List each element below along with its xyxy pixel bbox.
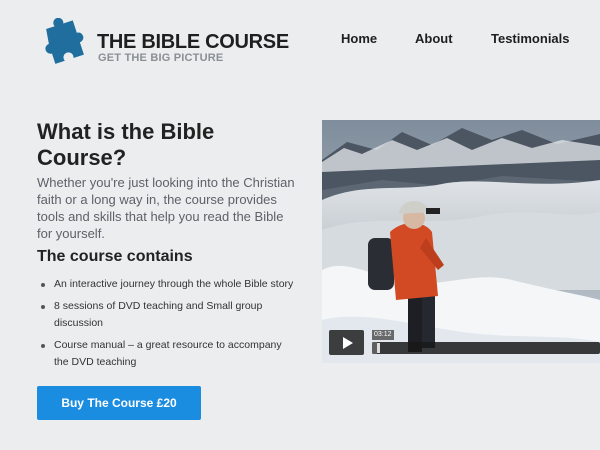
video-progress-fill [372,342,377,354]
video-player[interactable]: 03:12 [322,120,600,363]
puzzle-piece-icon[interactable] [38,18,92,72]
contents-list: An interactive journey through the whole… [37,276,299,376]
video-frame-image [322,120,600,363]
brand-title[interactable]: THE BIBLE COURSE [97,31,289,54]
video-timestamp: 03:12 [372,330,394,340]
play-icon [342,336,353,349]
nav-testimonials[interactable]: Testimonials [491,31,570,46]
play-button[interactable] [329,330,364,355]
page-title: What is the Bible Course? [37,119,215,170]
video-progress-bar[interactable] [372,342,600,354]
buy-course-button[interactable]: Buy The Course £20 [37,386,201,420]
nav-home[interactable]: Home [341,31,377,46]
list-item: An interactive journey through the whole… [37,276,299,293]
intro-text: Whether you're just looking into the Chr… [37,175,295,241]
list-item: Course manual – a great resource to acco… [37,337,299,371]
list-item: 8 sessions of DVD teaching and Small gro… [37,298,299,332]
brand-tagline: GET THE BIG PICTURE [98,52,224,64]
video-progress-handle[interactable] [377,343,380,353]
contents-heading: The course contains [37,248,193,265]
nav-about[interactable]: About [415,31,453,46]
